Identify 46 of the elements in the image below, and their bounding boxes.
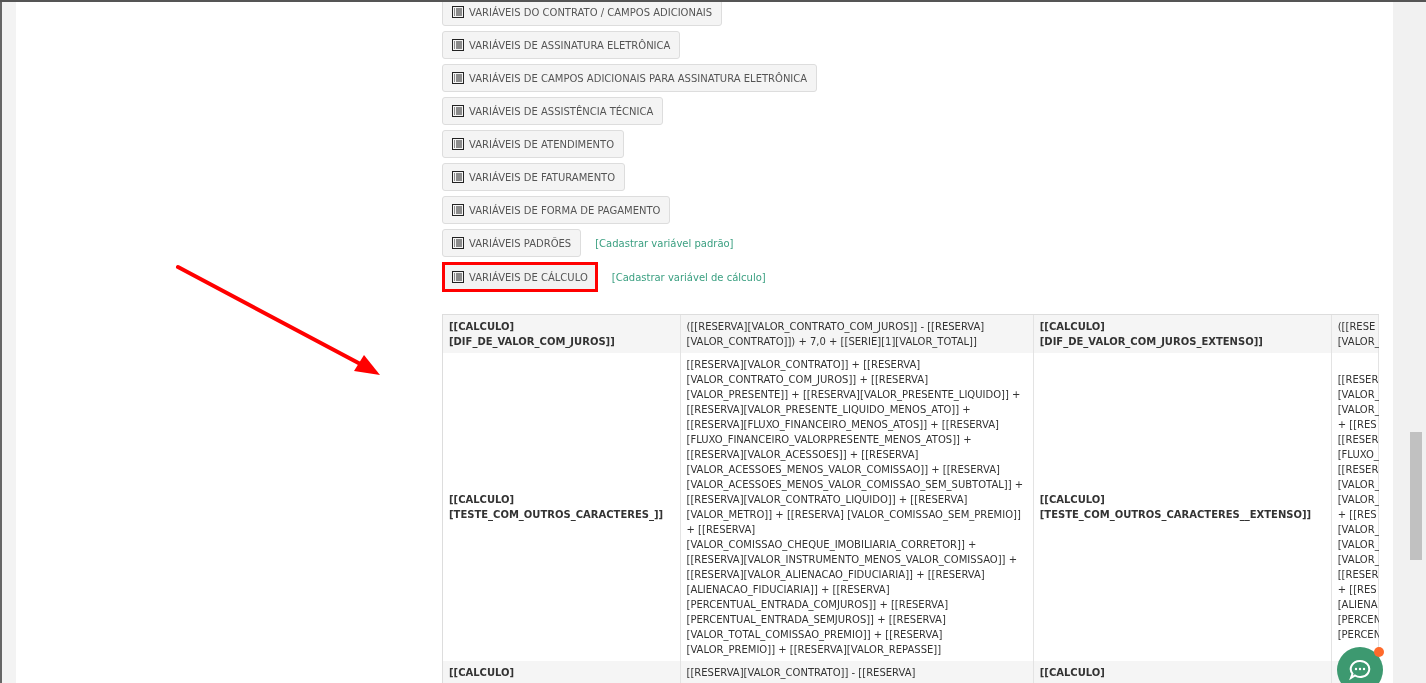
formula-cell-text: [[RESER — [1337, 463, 1378, 477]
scrollbar-thumb[interactable] — [1410, 432, 1422, 560]
formula-cell: [[RESERVA][VALOR_CONTRATO]] - [[RESERVA] — [680, 661, 1034, 683]
variable-group-button[interactable]: VARIÁVEIS DE FATURAMENTO — [442, 163, 626, 191]
variable-name-cell: [[CALCULO] — [443, 661, 680, 683]
formula-cell-text: ([[RESE — [1337, 320, 1377, 334]
variable-name-cell: [[CALCULO] — [1033, 661, 1332, 683]
formula-cell-text: + [[RES — [1337, 583, 1378, 597]
list-icon — [452, 237, 464, 249]
formula-cell-text: [VALOR_ — [1337, 523, 1378, 537]
list-icon — [452, 138, 464, 150]
variable-name-cell: [[CALCULO] [DIF_DE_VALOR_COM_JUROS]] — [443, 315, 680, 353]
list-icon — [452, 105, 464, 117]
variable-group-button[interactable]: VARIÁVEIS DO CONTRATO / CAMPOS ADICIONAIS — [442, 2, 723, 26]
variable-group-button[interactable]: VARIÁVEIS DE FORMA DE PAGAMENTO — [442, 196, 671, 224]
variable-group-button[interactable]: VARIÁVEIS PADRÕES — [442, 229, 582, 257]
formula-cell-text: + [[RES — [1337, 508, 1378, 522]
formula-cell-text: [[RESER — [1337, 568, 1378, 582]
formula-cell-text: [VALOR_ — [1337, 478, 1378, 492]
chat-bubble-icon — [1348, 659, 1372, 681]
variable-group-button[interactable]: VARIÁVEIS DE ASSISTÊNCIA TÉCNICA — [442, 97, 664, 125]
variable-group-button[interactable]: VARIÁVEIS DE ATENDIMENTO — [442, 130, 624, 158]
formula-cell-text: [[RESER — [1337, 433, 1378, 447]
notification-dot — [1374, 647, 1384, 657]
list-icon — [452, 171, 464, 183]
chat-button[interactable] — [1337, 647, 1383, 683]
list-icon — [452, 6, 464, 18]
formula-cell-text: [VALOR_ — [1337, 388, 1378, 402]
formula-cell-text: [VALOR_ — [1337, 335, 1378, 349]
variable-group-button[interactable]: VARIÁVEIS DE CÁLCULO — [442, 262, 598, 292]
formula-cell-text: [FLUXO_ — [1337, 448, 1378, 462]
formula-cell: ([[RESERVA][VALOR_CONTRATO_COM_JUROS]] - [[RESERVA] [VALOR_CONTRATO]]) + 7,0 + [[SERIE][1][VALOR_TOTAL]] — [680, 315, 1034, 353]
formula-cell-text: [VALOR_ — [1337, 493, 1378, 507]
formula-cell-text: [ALIENA — [1337, 598, 1378, 612]
list-icon — [452, 72, 464, 84]
formula-cell-text: + [[RES — [1337, 418, 1378, 432]
variable-name-cell: [[CALCULO] [DIF_DE_VALOR_COM_JUROS_EXTENSO]] — [1033, 315, 1332, 353]
list-icon — [452, 271, 464, 283]
formula-cell-text: [VALOR_ — [1337, 553, 1378, 567]
variable-group-button[interactable]: VARIÁVEIS DE ASSINATURA ELETRÔNICA — [442, 31, 681, 59]
list-icon — [452, 39, 464, 51]
formula-cell-text: [VALOR_ — [1337, 403, 1378, 417]
variable-group-button[interactable]: VARIÁVEIS DE CAMPOS ADICIONAIS PARA ASSINATURA ELETRÔNICA — [442, 64, 818, 92]
formula-cell-text: [VALOR_ — [1337, 538, 1378, 552]
formula-cell-text: [[RESER — [1337, 373, 1378, 387]
list-icon — [452, 204, 464, 216]
